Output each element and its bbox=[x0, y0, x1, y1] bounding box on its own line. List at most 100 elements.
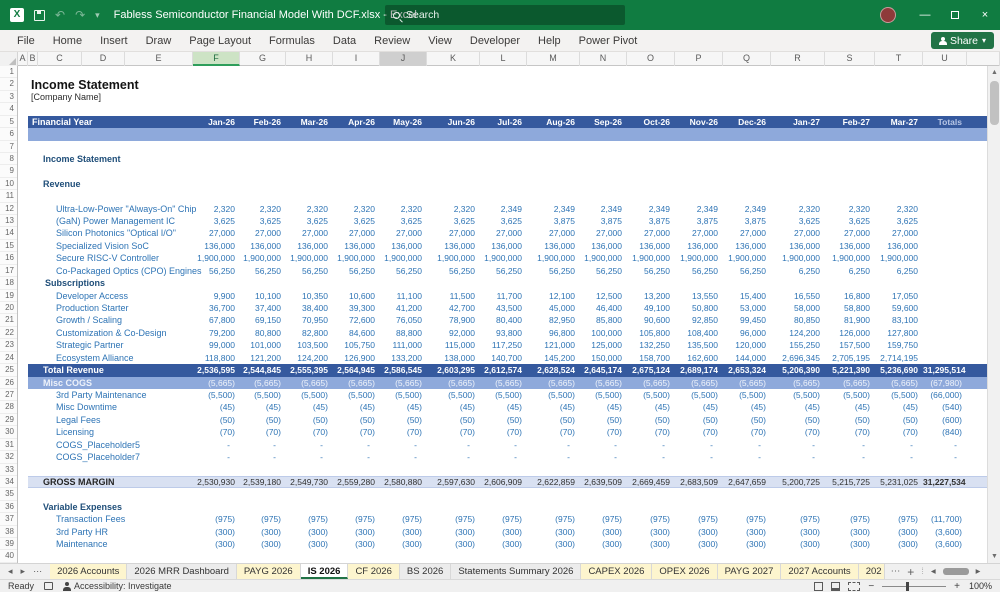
cell[interactable]: (70) bbox=[675, 426, 723, 438]
cell[interactable]: 59,600 bbox=[875, 302, 923, 314]
cell[interactable]: (5,500) bbox=[427, 389, 480, 401]
total-cell[interactable]: (3,600) bbox=[923, 526, 967, 538]
cell[interactable]: 80,850 bbox=[771, 314, 825, 326]
row-label-cell[interactable]: COGS_Placeholder5 bbox=[18, 439, 193, 451]
row-label-cell[interactable]: Licensing bbox=[18, 426, 193, 438]
row-number-11[interactable]: 11 bbox=[0, 190, 17, 203]
total-cell[interactable] bbox=[923, 252, 967, 264]
cell[interactable]: 126,000 bbox=[825, 327, 875, 339]
all-sheets-icon[interactable]: ⋯ bbox=[891, 566, 901, 577]
total-cell[interactable] bbox=[923, 314, 967, 326]
cell[interactable]: 10,100 bbox=[240, 290, 286, 302]
cell[interactable]: - bbox=[380, 451, 427, 463]
cell[interactable]: 136,000 bbox=[723, 240, 771, 252]
cell[interactable]: 56,250 bbox=[193, 265, 240, 277]
total-cell[interactable]: 31,295,514 bbox=[923, 364, 967, 376]
avatar[interactable] bbox=[880, 7, 896, 23]
cell[interactable]: (300) bbox=[675, 526, 723, 538]
total-cell[interactable] bbox=[923, 203, 967, 215]
cell[interactable]: 2,320 bbox=[875, 203, 923, 215]
ribbon-tab-power-pivot[interactable]: Power Pivot bbox=[570, 32, 647, 50]
cell[interactable]: 49,100 bbox=[627, 302, 675, 314]
cell[interactable]: (45) bbox=[675, 401, 723, 413]
total-cell[interactable]: (3,600) bbox=[923, 538, 967, 550]
hscroll-right-icon[interactable]: ▸ bbox=[976, 566, 981, 577]
cell[interactable]: 3,625 bbox=[825, 215, 875, 227]
cell[interactable]: (50) bbox=[675, 414, 723, 426]
cell[interactable]: 96,800 bbox=[527, 327, 580, 339]
cell[interactable]: 2,320 bbox=[286, 203, 333, 215]
cell[interactable]: 27,000 bbox=[771, 227, 825, 239]
column-header-J[interactable]: J bbox=[380, 52, 427, 66]
cell[interactable]: 2,549,730 bbox=[286, 476, 333, 488]
cell[interactable]: 136,000 bbox=[875, 240, 923, 252]
row-label-cell[interactable]: Developer Access bbox=[18, 290, 193, 302]
cell[interactable]: 2,559,280 bbox=[333, 476, 380, 488]
cell[interactable]: 5,215,725 bbox=[825, 476, 875, 488]
normal-view-icon[interactable] bbox=[814, 581, 824, 591]
cell[interactable]: (975) bbox=[825, 513, 875, 525]
cell[interactable]: 2,320 bbox=[427, 203, 480, 215]
cell[interactable]: (5,500) bbox=[480, 389, 527, 401]
month-header[interactable]: May-26 bbox=[380, 116, 427, 128]
sheet-tab-cf-2026[interactable]: CF 2026 bbox=[348, 564, 400, 579]
cell[interactable]: - bbox=[427, 439, 480, 451]
cell[interactable]: (50) bbox=[527, 414, 580, 426]
column-header-D[interactable]: D bbox=[82, 52, 125, 66]
cell[interactable]: 3,875 bbox=[580, 215, 627, 227]
cell[interactable]: (70) bbox=[875, 426, 923, 438]
cell[interactable]: - bbox=[527, 451, 580, 463]
cell[interactable]: 79,200 bbox=[193, 327, 240, 339]
cell[interactable]: (300) bbox=[527, 526, 580, 538]
cell[interactable]: 1,900,000 bbox=[825, 252, 875, 264]
cell[interactable]: 2,669,459 bbox=[627, 476, 675, 488]
row-label-cell[interactable]: Ultra-Low-Power "Always-On" Chip bbox=[18, 203, 196, 215]
cell[interactable]: 132,250 bbox=[627, 339, 675, 351]
column-header-O[interactable]: O bbox=[627, 52, 675, 66]
cell[interactable]: 2,603,295 bbox=[427, 364, 480, 376]
cell[interactable]: 3,625 bbox=[875, 215, 923, 227]
cell[interactable]: 3,625 bbox=[286, 215, 333, 227]
cell[interactable]: 2,320 bbox=[193, 203, 240, 215]
cell[interactable]: 27,000 bbox=[286, 227, 333, 239]
cell[interactable]: 3,625 bbox=[480, 215, 527, 227]
cell[interactable]: 3,875 bbox=[627, 215, 675, 227]
row-number-9[interactable]: 9 bbox=[0, 165, 17, 178]
row-label-cell[interactable]: Silicon Photonics "Optical I/O" bbox=[18, 227, 193, 239]
cell[interactable]: (70) bbox=[627, 426, 675, 438]
cell[interactable]: 2,349 bbox=[580, 203, 627, 215]
cell[interactable]: (5,500) bbox=[875, 389, 923, 401]
cell[interactable]: 117,250 bbox=[480, 339, 527, 351]
zoom-slider-thumb[interactable] bbox=[906, 581, 910, 591]
sheet-nav-right-icon[interactable]: ▸ bbox=[21, 566, 26, 577]
cell[interactable]: 5,236,690 bbox=[875, 364, 923, 376]
cell[interactable]: 3,625 bbox=[771, 215, 825, 227]
cell[interactable]: 37,400 bbox=[240, 302, 286, 314]
row-number-35[interactable]: 35 bbox=[0, 488, 17, 501]
cell[interactable]: 27,000 bbox=[333, 227, 380, 239]
cell[interactable]: 36,700 bbox=[193, 302, 240, 314]
column-header-I[interactable]: I bbox=[333, 52, 380, 66]
column-header-M[interactable]: M bbox=[527, 52, 580, 66]
cell[interactable]: - bbox=[380, 439, 427, 451]
zoom-slider[interactable] bbox=[882, 581, 947, 591]
cell[interactable]: - bbox=[875, 439, 923, 451]
cell[interactable]: - bbox=[580, 439, 627, 451]
column-header-R[interactable]: R bbox=[771, 52, 825, 66]
row-number-3[interactable]: 3 bbox=[0, 91, 17, 104]
cell[interactable]: 1,900,000 bbox=[333, 252, 380, 264]
cell[interactable]: 88,800 bbox=[380, 327, 427, 339]
cell[interactable]: 27,000 bbox=[527, 227, 580, 239]
cell[interactable]: (300) bbox=[240, 538, 286, 550]
cell[interactable]: 56,250 bbox=[480, 265, 527, 277]
cell[interactable]: (975) bbox=[580, 513, 627, 525]
vertical-scroll-thumb[interactable] bbox=[990, 81, 999, 125]
cell[interactable]: (50) bbox=[771, 414, 825, 426]
cell[interactable]: (975) bbox=[527, 513, 580, 525]
cell[interactable]: (5,665) bbox=[193, 377, 240, 389]
cell[interactable]: 136,000 bbox=[580, 240, 627, 252]
cell[interactable]: (5,665) bbox=[380, 377, 427, 389]
cell[interactable]: 9,900 bbox=[193, 290, 240, 302]
row-number-12[interactable]: 12 bbox=[0, 203, 17, 216]
month-header[interactable]: Apr-26 bbox=[333, 116, 380, 128]
